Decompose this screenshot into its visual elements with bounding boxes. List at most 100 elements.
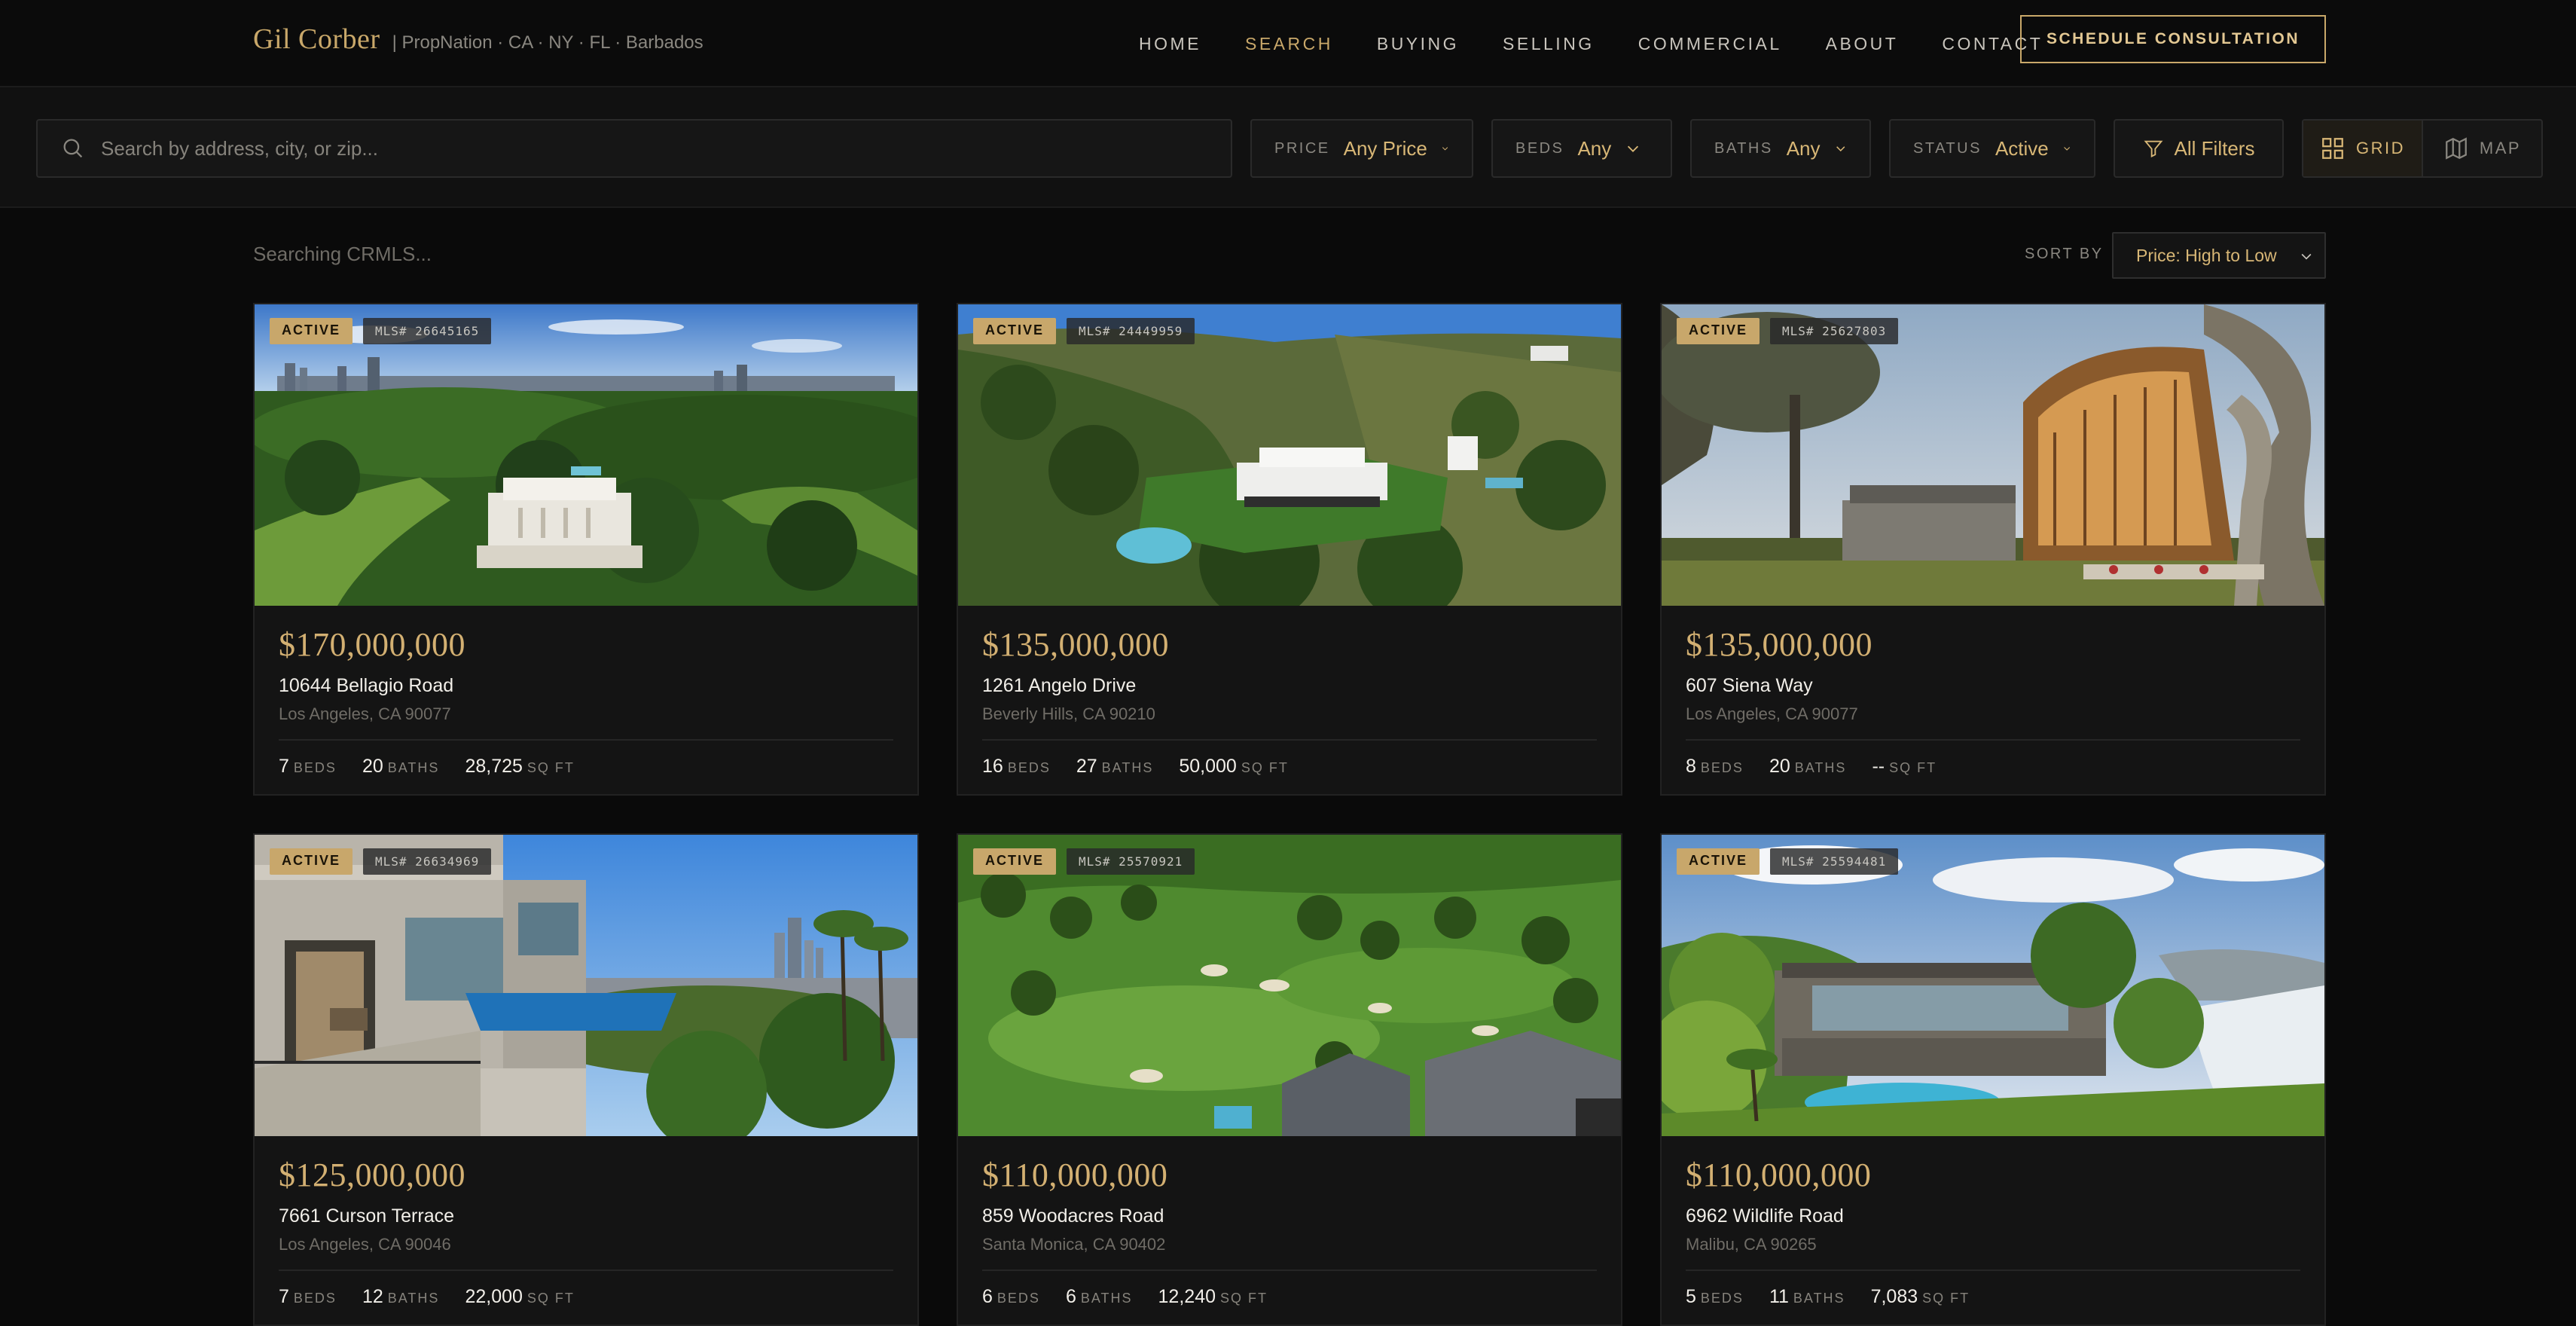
search-box[interactable] — [36, 119, 1232, 178]
status-badge: ACTIVE — [973, 318, 1057, 344]
sqft-unit: SQ FT — [1241, 760, 1289, 775]
listing-stats: 5 BEDS 11 BATHS 7,083 SQ FT — [1686, 1286, 2300, 1308]
beds-stat: 7 BEDS — [279, 756, 337, 778]
listing-city: Malibu, CA 90265 — [1686, 1235, 1817, 1254]
listing-photo[interactable] — [958, 835, 1621, 1136]
listing-address[interactable]: 10644 Bellagio Road — [279, 675, 893, 697]
beds-unit: BEDS — [1007, 760, 1051, 775]
nav-commercial[interactable]: COMMERCIAL — [1638, 34, 1782, 54]
baths-stat: 6 BATHS — [1066, 1286, 1133, 1308]
baths-unit: BATHS — [1101, 760, 1154, 775]
listing-photo[interactable] — [1662, 835, 2324, 1136]
listing-address[interactable]: 1261 Angelo Drive — [982, 675, 1597, 697]
sort-select[interactable]: Price: High to Low — [2112, 232, 2326, 279]
listing-city: Beverly Hills, CA 90210 — [982, 704, 1155, 723]
status-badge: ACTIVE — [270, 318, 353, 344]
search-status-text: Searching CRMLS... — [253, 243, 432, 265]
status-filter[interactable]: STATUS Active — [1889, 119, 2095, 178]
listing-details: $135,000,000 607 Siena Way Los Angeles, … — [1686, 628, 2300, 778]
sqft-value: 7,083 — [1870, 1286, 1918, 1307]
map-view-button[interactable]: MAP — [2423, 121, 2541, 176]
chevron-down-icon — [1836, 146, 1845, 151]
listing-card[interactable]: ACTIVE MLS# 25594481 $110,000,000 6962 W… — [1660, 833, 2326, 1326]
listing-stats: 7 BEDS 12 BATHS 22,000 SQ FT — [279, 1286, 893, 1308]
listing-photo[interactable] — [958, 304, 1621, 606]
listing-badges: ACTIVE MLS# 25570921 — [973, 848, 1195, 875]
beds-stat: 7 BEDS — [279, 1286, 337, 1308]
baths-count: 27 — [1076, 756, 1097, 777]
price-filter-value: Any Price — [1343, 136, 1427, 160]
grid-view-button[interactable]: GRID — [2303, 121, 2423, 176]
brand-logo[interactable]: Gil Corber | PropNation · CA · NY · FL ·… — [253, 23, 704, 65]
beds-filter[interactable]: BEDS Any — [1491, 119, 1672, 178]
divider — [1686, 1269, 2300, 1271]
brand-tagline: | PropNation · CA · NY · FL · Barbados — [392, 32, 704, 53]
baths-count: 20 — [362, 756, 383, 777]
baths-unit: BATHS — [387, 760, 440, 775]
beds-unit: BEDS — [293, 1291, 337, 1306]
listing-card[interactable]: ACTIVE MLS# 25627803 $135,000,000 607 Si… — [1660, 303, 2326, 796]
listing-address[interactable]: 6962 Wildlife Road — [1686, 1205, 2300, 1227]
sqft-stat: 50,000 SQ FT — [1179, 756, 1288, 778]
sqft-unit: SQ FT — [1220, 1291, 1268, 1306]
nav-about[interactable]: ABOUT — [1826, 34, 1899, 54]
listing-details: $170,000,000 10644 Bellagio Road Los Ang… — [279, 628, 893, 778]
baths-count: 6 — [1065, 1286, 1076, 1307]
price-filter[interactable]: PRICE Any Price — [1250, 119, 1473, 178]
listing-address[interactable]: 859 Woodacres Road — [982, 1205, 1597, 1227]
main-nav: HOME SEARCH BUYING SELLING COMMERCIAL AB… — [1139, 27, 2043, 60]
price-filter-label: PRICE — [1274, 139, 1330, 157]
listing-city: Los Angeles, CA 90046 — [279, 1235, 451, 1254]
nav-home[interactable]: HOME — [1139, 34, 1201, 54]
status-badge: ACTIVE — [973, 848, 1057, 875]
baths-unit: BATHS — [1080, 1291, 1133, 1306]
listing-address[interactable]: 607 Siena Way — [1686, 675, 2300, 697]
sqft-stat: 7,083 SQ FT — [1871, 1286, 1970, 1308]
listing-address[interactable]: 7661 Curson Terrace — [279, 1205, 893, 1227]
status-filter-value: Active — [1995, 136, 2049, 160]
sqft-stat: 22,000 SQ FT — [465, 1286, 574, 1308]
baths-filter[interactable]: BATHS Any — [1690, 119, 1871, 178]
mls-badge: MLS# 24449959 — [1067, 318, 1195, 344]
all-filters-button[interactable]: All Filters — [2114, 119, 2284, 178]
funnel-icon — [2144, 140, 2163, 158]
baths-count: 12 — [362, 1286, 383, 1307]
baths-count: 11 — [1769, 1286, 1789, 1307]
beds-count: 7 — [279, 1286, 289, 1307]
mls-badge: MLS# 25627803 — [1770, 318, 1899, 344]
divider — [279, 739, 893, 741]
grid-view-label: GRID — [2356, 139, 2405, 157]
listing-photo[interactable] — [255, 304, 917, 606]
listing-details: $110,000,000 6962 Wildlife Road Malibu, … — [1686, 1159, 2300, 1308]
listing-card[interactable]: ACTIVE MLS# 26645165 $170,000,000 10644 … — [253, 303, 919, 796]
map-view-label: MAP — [2479, 139, 2522, 157]
listing-photo[interactable] — [1662, 304, 2324, 606]
listing-stats: 16 BEDS 27 BATHS 50,000 SQ FT — [982, 756, 1597, 778]
listing-price: $110,000,000 — [1686, 1156, 1872, 1193]
listing-city: Santa Monica, CA 90402 — [982, 1235, 1166, 1254]
listing-stats: 8 BEDS 20 BATHS -- SQ FT — [1686, 756, 2300, 778]
baths-unit: BATHS — [1793, 1291, 1845, 1306]
mls-badge: MLS# 26645165 — [363, 318, 492, 344]
search-input[interactable] — [101, 136, 1231, 160]
status-badge: ACTIVE — [1677, 848, 1760, 875]
nav-search[interactable]: SEARCH — [1245, 34, 1333, 54]
schedule-consultation-button[interactable]: SCHEDULE CONSULTATION — [2020, 15, 2326, 63]
listing-card[interactable]: ACTIVE MLS# 26634969 $125,000,000 7661 C… — [253, 833, 919, 1326]
baths-stat: 20 BATHS — [1769, 756, 1847, 778]
chevron-down-icon — [1442, 147, 1448, 151]
filter-bar: PRICE Any Price BEDS Any BATHS Any STATU… — [0, 87, 2576, 208]
listing-card[interactable]: ACTIVE MLS# 25570921 $110,000,000 859 Wo… — [957, 833, 1622, 1326]
beds-count: 5 — [1686, 1286, 1696, 1307]
nav-selling[interactable]: SELLING — [1503, 34, 1595, 54]
listing-card[interactable]: ACTIVE MLS# 24449959 $135,000,000 1261 A… — [957, 303, 1622, 796]
baths-stat: 12 BATHS — [362, 1286, 440, 1308]
all-filters-label: All Filters — [2174, 136, 2255, 160]
listing-photo[interactable] — [255, 835, 917, 1136]
listing-badges: ACTIVE MLS# 25594481 — [1677, 848, 1899, 875]
listing-details: $135,000,000 1261 Angelo Drive Beverly H… — [982, 628, 1597, 778]
sqft-value: 50,000 — [1179, 756, 1237, 777]
beds-count: 7 — [279, 756, 289, 777]
listing-price: $135,000,000 — [982, 626, 1169, 663]
nav-buying[interactable]: BUYING — [1377, 34, 1459, 54]
